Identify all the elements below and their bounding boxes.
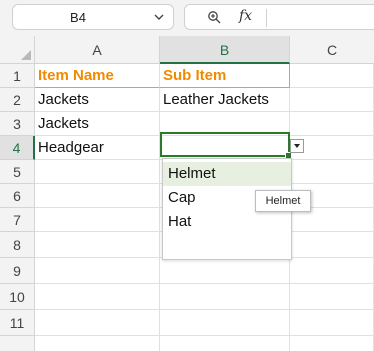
formula-input-area[interactable]: fx [184,4,374,30]
cell-c2[interactable] [290,88,374,112]
dropdown-option-helmet[interactable]: Helmet [163,162,291,186]
row-header-7[interactable]: 7 [0,208,35,232]
row-header-9[interactable]: 9 [0,258,35,284]
name-box[interactable]: B4 [12,4,174,30]
cell-c11[interactable] [290,310,374,336]
chevron-down-icon[interactable] [153,11,165,23]
cell-b11[interactable] [160,310,290,336]
cell-a10[interactable] [35,284,160,310]
cell-b10[interactable] [160,284,290,310]
cell-b2[interactable]: Leather Jackets [160,88,290,112]
row-header-10[interactable]: 10 [0,284,35,310]
cell-a6[interactable] [35,184,160,208]
column-header-c[interactable]: C [290,36,374,64]
cell-a4[interactable]: Headgear [35,136,160,160]
cell-a9[interactable] [35,258,160,284]
cell-c3[interactable] [290,112,374,136]
row-header-6[interactable]: 6 [0,184,35,208]
dropdown-option-hat[interactable]: Hat [163,210,291,234]
dropdown-arrow-button[interactable] [290,139,304,153]
cell-a2[interactable]: Jackets [35,88,160,112]
cell-c12[interactable] [290,336,374,351]
cell-a11[interactable] [35,310,160,336]
row-header-3[interactable]: 3 [0,112,35,136]
row-header-5[interactable]: 5 [0,160,35,184]
cell-b12[interactable] [160,336,290,351]
cell-c9[interactable] [290,258,374,284]
cell-a7[interactable] [35,208,160,232]
option-tooltip: Helmet [255,190,311,212]
row-header-1[interactable]: 1 [0,64,35,88]
cell-c5[interactable] [290,160,374,184]
cell-a8[interactable] [35,232,160,258]
formula-divider [266,9,267,27]
select-all-corner[interactable] [0,36,35,64]
cell-b1[interactable]: Sub Item [160,64,290,88]
row-header-2[interactable]: 2 [0,88,35,112]
row-header-12[interactable] [0,336,35,351]
row-header-11[interactable]: 11 [0,310,35,336]
select-all-triangle-icon [21,50,31,60]
cell-c1[interactable] [290,64,374,88]
cell-b9[interactable] [160,258,290,284]
cell-a5[interactable] [35,160,160,184]
cell-c8[interactable] [290,232,374,258]
column-header-b[interactable]: B [160,36,290,64]
cell-a3[interactable]: Jackets [35,112,160,136]
magnifier-icon[interactable] [207,10,221,24]
column-header-a[interactable]: A [35,36,160,64]
cell-c10[interactable] [290,284,374,310]
active-cell-border [160,132,292,159]
cell-a12[interactable] [35,336,160,351]
row-header-4[interactable]: 4 [0,136,35,160]
name-box-value: B4 [70,10,86,25]
row-header-8[interactable]: 8 [0,232,35,258]
fx-icon[interactable]: fx [239,8,252,24]
formula-bar: B4 fx [0,0,374,36]
cell-a1[interactable]: Item Name [35,64,160,88]
